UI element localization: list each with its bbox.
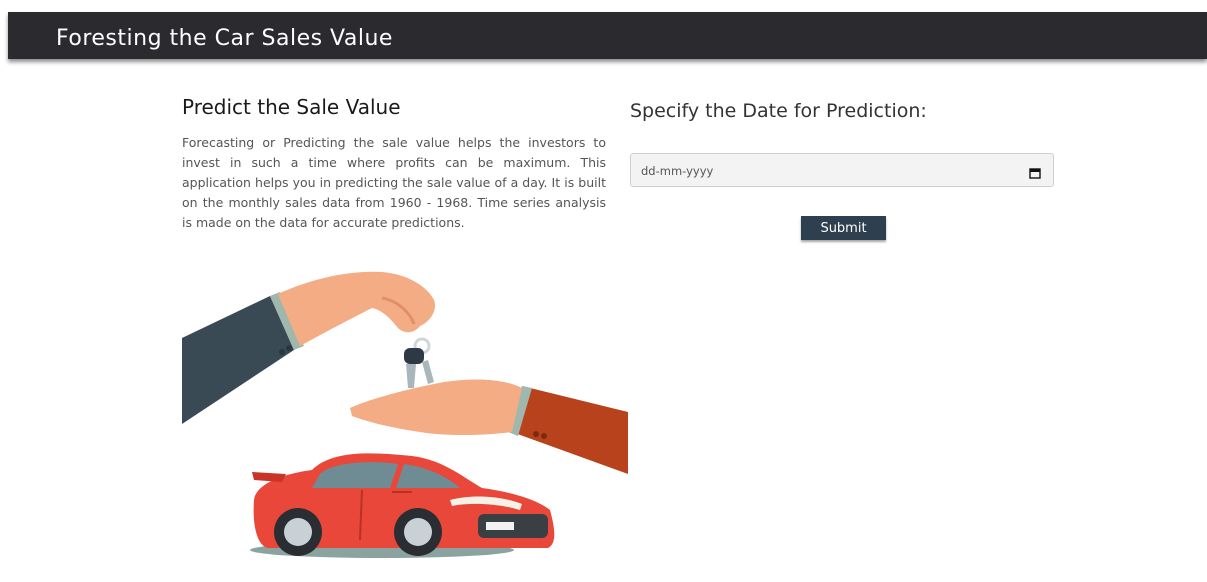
submit-button[interactable]: Submit [801, 216, 886, 240]
intro-section: Predict the Sale Value Forecasting or Pr… [182, 95, 606, 233]
app-title: Foresting the Car Sales Value [56, 26, 393, 51]
prediction-form: Specify the Date for Prediction: dd-mm-y… [630, 100, 1056, 240]
date-input[interactable]: dd-mm-yyyy [630, 153, 1054, 187]
form-title: Specify the Date for Prediction: [630, 100, 927, 122]
car-key-handover-illustration [182, 238, 628, 578]
app-header: Foresting the Car Sales Value [8, 12, 1207, 59]
intro-description: Forecasting or Predicting the sale value… [182, 135, 606, 230]
calendar-icon[interactable] [1029, 164, 1041, 179]
intro-title: Predict the Sale Value [182, 95, 401, 119]
date-placeholder: dd-mm-yyyy [641, 164, 714, 178]
